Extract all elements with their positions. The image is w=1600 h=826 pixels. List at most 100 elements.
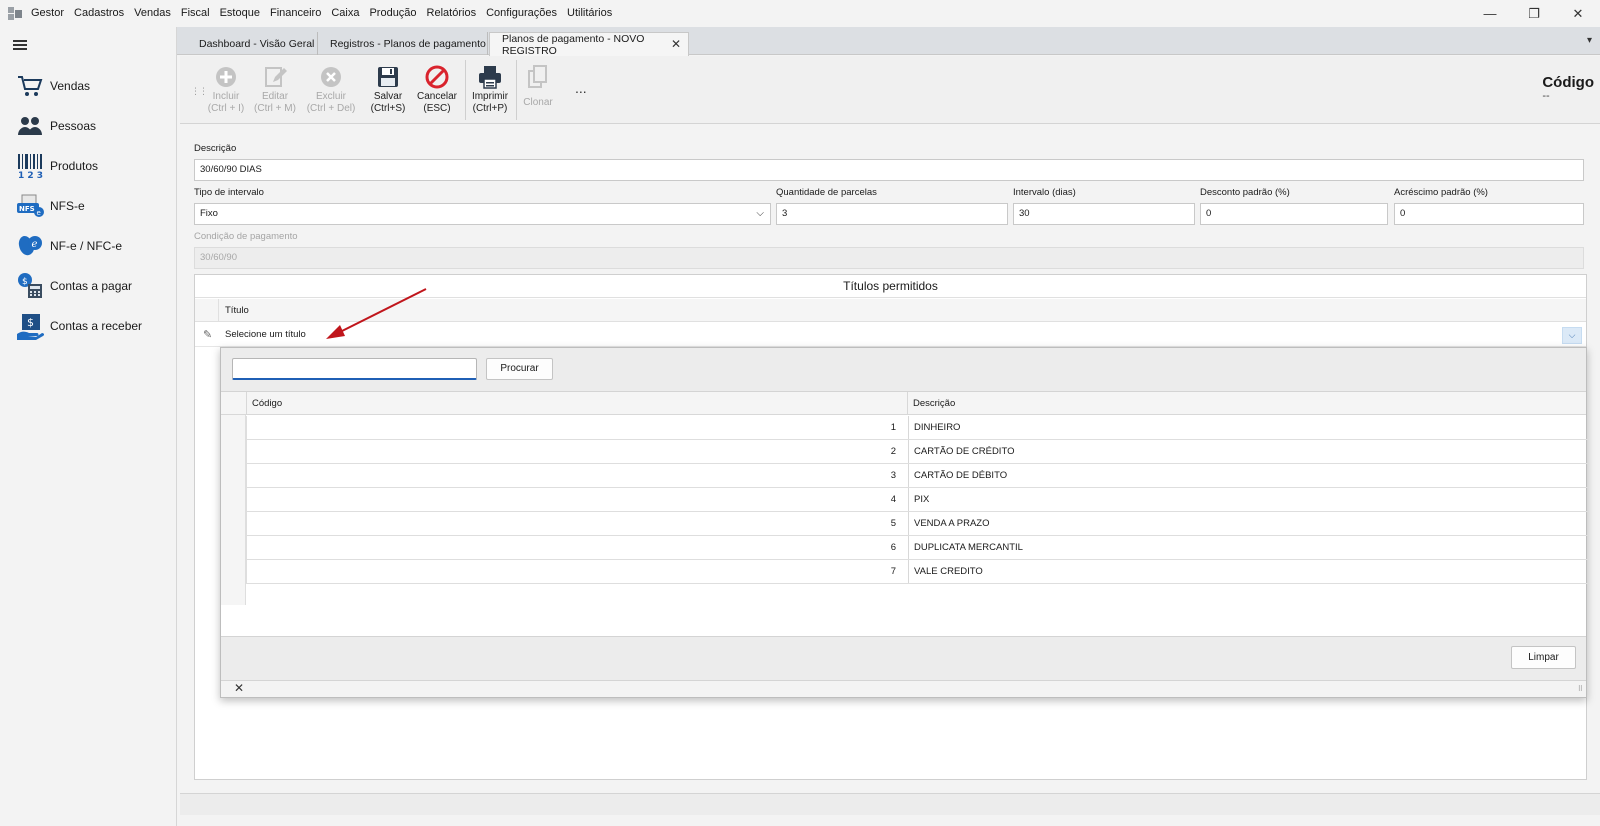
tab-list-chevron-icon[interactable]: ▾ xyxy=(1587,35,1592,46)
column-divider xyxy=(907,392,908,414)
titulo-lookup-value[interactable]: Selecione um título xyxy=(225,329,306,340)
codigo-cell: 2 xyxy=(890,446,896,457)
menu-cadastros[interactable]: Cadastros xyxy=(69,0,129,27)
descricao-cell: VALE CREDITO xyxy=(914,566,983,577)
lookup-table-header: Código Descrição xyxy=(221,392,1586,415)
menu-relatorios[interactable]: Relatórios xyxy=(422,0,482,27)
acrescimo-label: Acréscimo padrão (%) xyxy=(1394,187,1488,198)
editar-label: Editar xyxy=(261,91,289,102)
table-row[interactable]: 5 VENDA A PRAZO xyxy=(246,512,1588,536)
more-options-button[interactable]: ... xyxy=(575,80,587,96)
titulo-editor-row[interactable]: ✎ Selecione um título ⌵ xyxy=(195,323,1586,347)
procurar-button[interactable]: Procurar xyxy=(486,358,553,380)
table-row[interactable]: 6 DUPLICATA MERCANTIL xyxy=(246,536,1588,560)
desconto-field[interactable]: 0 xyxy=(1200,203,1388,225)
sidebar: Vendas Pessoas 1 2 3 Produtos NFS e NFS-e… xyxy=(0,27,177,826)
codigo-label: Código xyxy=(1542,74,1594,91)
sidebar-item-label: Contas a receber xyxy=(50,319,143,333)
codigo-cell: 4 xyxy=(890,494,896,505)
incluir-button[interactable]: Incluir (Ctrl + I) xyxy=(206,63,246,121)
table-row[interactable]: 3 CARTÃO DE DÉBITO xyxy=(246,464,1588,488)
sidebar-item-nfse[interactable]: NFS e NFS-e xyxy=(0,188,177,224)
lookup-search-input[interactable] xyxy=(232,358,477,380)
cancelar-button[interactable]: Cancelar (ESC) xyxy=(414,63,460,121)
menu-vendas[interactable]: Vendas xyxy=(129,0,176,27)
tipo-intervalo-select[interactable]: Fixo ⌵ xyxy=(194,203,771,225)
column-divider xyxy=(908,512,909,535)
pencil-icon: ✎ xyxy=(203,329,213,341)
tab-dashboard[interactable]: Dashboard - Visão Geral xyxy=(187,32,318,55)
resize-grip-icon[interactable]: ⠿ xyxy=(1578,685,1583,693)
menu-financeiro[interactable]: Financeiro xyxy=(265,0,326,27)
descricao-cell: CARTÃO DE DÉBITO xyxy=(914,470,1008,481)
tipo-intervalo-value: Fixo xyxy=(200,208,218,219)
menu-utilitarios[interactable]: Utilitários xyxy=(562,0,617,27)
limpar-button[interactable]: Limpar xyxy=(1511,646,1576,669)
sidebar-item-vendas[interactable]: Vendas xyxy=(0,68,177,104)
tab-novo-registro[interactable]: Planos de pagamento - NOVO REGISTRO ✕ xyxy=(489,32,689,57)
minimize-button[interactable]: — xyxy=(1468,0,1512,27)
codigo-value: -- xyxy=(1542,90,1550,102)
salvar-shortcut: (Ctrl+S) xyxy=(370,103,406,114)
column-divider xyxy=(908,488,909,511)
edit-icon xyxy=(252,63,298,91)
cart-icon xyxy=(15,71,45,101)
editar-button[interactable]: Editar (Ctrl + M) xyxy=(252,63,298,121)
menu-configuracoes[interactable]: Configurações xyxy=(481,0,562,27)
column-divider xyxy=(246,392,247,414)
receivable-icon: $ xyxy=(15,311,45,341)
table-row[interactable]: 1 DINHEIRO xyxy=(246,416,1588,440)
sidebar-item-pessoas[interactable]: Pessoas xyxy=(0,108,177,144)
descricao-column-header[interactable]: Descrição xyxy=(913,398,955,409)
tab-label: Registros - Planos de pagamento xyxy=(330,37,486,50)
table-row[interactable]: 2 CARTÃO DE CRÉDITO xyxy=(246,440,1588,464)
salvar-button[interactable]: Salvar (Ctrl+S) xyxy=(368,63,408,121)
copy-icon xyxy=(518,63,558,91)
popup-status-strip: ✕ ⠿ xyxy=(221,680,1586,697)
descricao-field[interactable]: 30/60/90 DIAS xyxy=(194,159,1584,181)
table-row[interactable]: 4 PIX xyxy=(246,488,1588,512)
popup-search-bar: Procurar xyxy=(221,348,1586,392)
close-popup-icon[interactable]: ✕ xyxy=(234,681,244,695)
codigo-cell: 5 xyxy=(890,518,896,529)
lookup-dropdown-button[interactable]: ⌵ xyxy=(1562,327,1582,344)
row-selector-header xyxy=(195,299,219,322)
sidebar-item-contas-receber[interactable]: $ Contas a receber xyxy=(0,308,177,344)
parcelas-field[interactable]: 3 xyxy=(776,203,1008,225)
sidebar-item-nfe[interactable]: e NF-e / NFC-e xyxy=(0,228,177,264)
clonar-label: Clonar xyxy=(523,97,553,108)
svg-text:$: $ xyxy=(22,277,28,287)
toolbar-grip-icon[interactable]: ⋮⋮ xyxy=(191,86,208,97)
descricao-cell: CARTÃO DE CRÉDITO xyxy=(914,446,1015,457)
svg-text:e: e xyxy=(37,209,41,217)
imprimir-button[interactable]: Imprimir (Ctrl+P) xyxy=(468,63,512,121)
codigo-column-header[interactable]: Código xyxy=(252,398,282,409)
excluir-button[interactable]: Excluir (Ctrl + Del) xyxy=(305,63,357,121)
imprimir-label: Imprimir xyxy=(471,91,509,102)
hamburger-menu-icon[interactable] xyxy=(13,40,27,50)
popup-footer: Limpar xyxy=(221,636,1586,680)
intervalo-field[interactable]: 30 xyxy=(1013,203,1195,225)
titulo-lookup-popup: Procurar Código Descrição 1 DINHEIRO 2 C… xyxy=(220,347,1588,698)
sidebar-item-produtos[interactable]: 1 2 3 Produtos xyxy=(0,148,177,184)
menu-estoque[interactable]: Estoque xyxy=(215,0,265,27)
titulo-column-header[interactable]: Título xyxy=(225,305,249,316)
restore-button[interactable]: ❐ xyxy=(1512,0,1556,27)
menu-producao[interactable]: Produção xyxy=(364,0,421,27)
menu-fiscal[interactable]: Fiscal xyxy=(176,0,215,27)
menu-gestor[interactable]: Gestor xyxy=(26,0,69,27)
close-window-button[interactable]: ✕ xyxy=(1556,0,1600,27)
svg-text:NFS: NFS xyxy=(19,205,35,213)
column-divider xyxy=(908,536,909,559)
acrescimo-field[interactable]: 0 xyxy=(1394,203,1584,225)
sidebar-item-contas-pagar[interactable]: $ Contas a pagar xyxy=(0,268,177,304)
table-row[interactable]: 7 VALE CREDITO xyxy=(246,560,1588,584)
toolbar: ⋮⋮ Incluir (Ctrl + I) Editar (Ctrl + M) … xyxy=(180,56,1600,124)
print-icon xyxy=(468,63,512,91)
column-divider xyxy=(908,464,909,487)
close-tab-icon[interactable]: ✕ xyxy=(671,37,681,51)
menu-caixa[interactable]: Caixa xyxy=(326,0,364,27)
clonar-button[interactable]: Clonar xyxy=(518,63,558,121)
sidebar-item-label: Pessoas xyxy=(50,119,97,133)
tab-registros[interactable]: Registros - Planos de pagamento xyxy=(318,32,488,55)
